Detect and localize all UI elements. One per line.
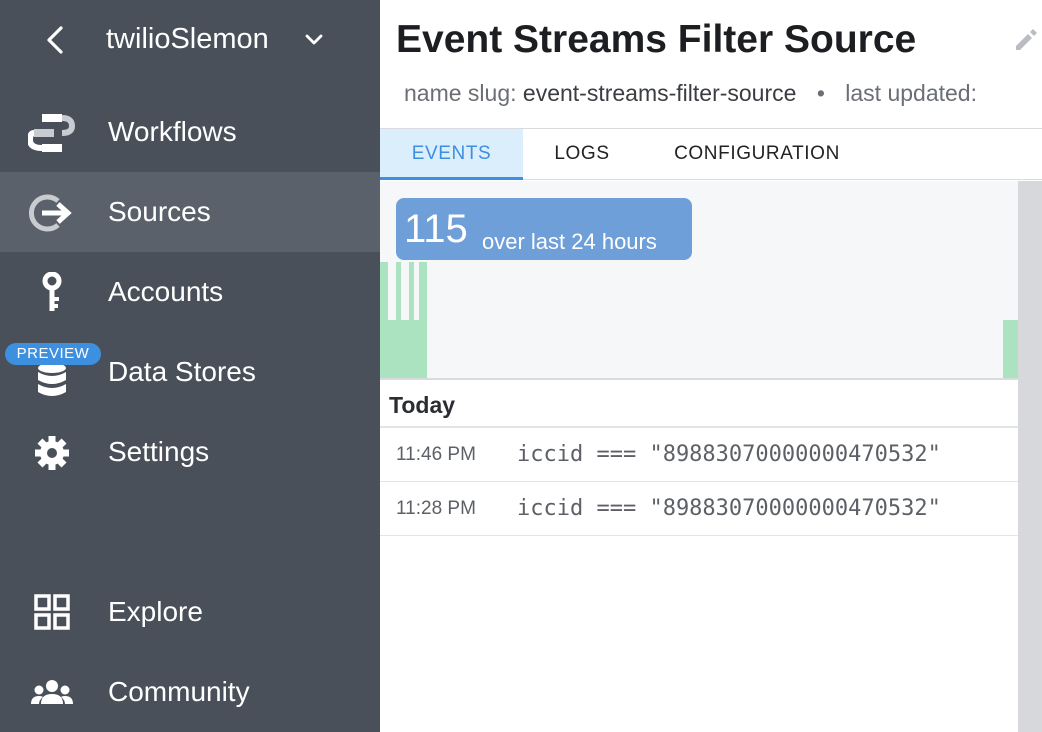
sidebar-item-label: Sources xyxy=(108,196,211,227)
event-summary: iccid === "89883070000000470532" xyxy=(517,442,941,467)
sidebar-item-accounts[interactable]: Accounts xyxy=(0,252,380,332)
tab-events[interactable]: EVENTS xyxy=(380,129,523,180)
histogram-bar xyxy=(388,320,396,378)
meta-separator: • xyxy=(816,80,825,106)
last-updated-label: last updated: xyxy=(845,80,977,106)
sidebar-item-sources[interactable]: Sources xyxy=(0,172,380,252)
event-row[interactable]: 11:28 PM iccid === "89883070000000470532… xyxy=(380,482,1018,536)
grid-icon xyxy=(28,592,76,634)
event-count-period: over last 24 hours xyxy=(482,229,657,254)
event-histogram: 115 over last 24 hours xyxy=(380,181,1018,380)
back-chevron-icon[interactable] xyxy=(40,22,70,58)
slug-value: event-streams-filter-source xyxy=(522,80,797,106)
key-icon xyxy=(28,272,76,314)
sidebar-item-label: Settings xyxy=(108,436,210,467)
slug-label: name slug: xyxy=(404,80,517,106)
event-row[interactable]: 11:46 PM iccid === "89883070000000470532… xyxy=(380,428,1018,482)
event-count: 115 xyxy=(404,207,468,251)
sidebar-item-community[interactable]: Community xyxy=(0,652,380,732)
workspace-name[interactable]: twilioSlemon xyxy=(106,20,269,58)
event-time: 11:28 PM xyxy=(396,498,476,519)
scrollbar[interactable] xyxy=(1018,181,1042,732)
sidebar-item-label: Data Stores xyxy=(108,356,256,387)
tab-logs[interactable]: LOGS xyxy=(523,129,641,180)
sidebar-item-label: Community xyxy=(108,676,250,707)
gear-icon xyxy=(28,432,76,474)
event-count-badge: 115 over last 24 hours xyxy=(396,198,692,260)
day-label: Today xyxy=(389,392,456,418)
event-summary: iccid === "89883070000000470532" xyxy=(517,496,941,521)
sidebar-item-workflows[interactable]: Workflows xyxy=(0,92,380,172)
workflows-icon xyxy=(28,112,76,154)
pencil-icon[interactable] xyxy=(1012,26,1040,54)
event-time: 11:46 PM xyxy=(396,444,476,465)
day-group-header: Today xyxy=(380,380,1018,428)
histogram-bar xyxy=(419,262,427,378)
main-panel: Event Streams Filter Source name slug: e… xyxy=(380,0,1042,732)
sidebar-item-settings[interactable]: Settings xyxy=(0,412,380,492)
histogram-bar xyxy=(380,262,388,378)
sources-icon xyxy=(28,192,76,234)
tab-configuration[interactable]: CONFIGURATION xyxy=(656,129,858,180)
sidebar-item-label: Explore xyxy=(108,596,203,627)
sidebar: twilioSlemon Workflows Sources Accounts … xyxy=(0,0,380,732)
people-icon xyxy=(28,672,76,714)
histogram-bar xyxy=(1003,320,1018,378)
workspace-switcher[interactable]: twilioSlemon xyxy=(0,0,380,80)
sidebar-item-explore[interactable]: Explore xyxy=(0,572,380,652)
tab-bar: EVENTS LOGS CONFIGURATION xyxy=(380,128,1042,180)
chevron-down-icon[interactable] xyxy=(302,28,326,52)
source-metadata: name slug: event-streams-filter-source •… xyxy=(404,78,977,108)
sidebar-item-label: Workflows xyxy=(108,116,237,147)
sidebar-item-label: Accounts xyxy=(108,276,224,307)
preview-badge: PREVIEW xyxy=(5,343,101,365)
histogram-bar xyxy=(401,320,409,378)
page-title: Event Streams Filter Source xyxy=(396,18,917,61)
